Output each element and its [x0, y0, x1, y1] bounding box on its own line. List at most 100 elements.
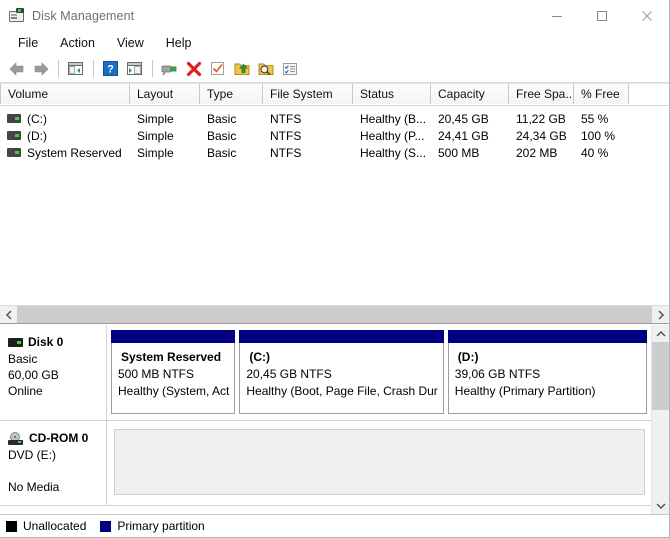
close-icon[interactable] [624, 0, 669, 31]
legend-label: Unallocated [23, 519, 87, 533]
list-view-icon[interactable] [278, 58, 301, 80]
disk-management-window: Disk Management File Action View Help ? … [0, 0, 670, 538]
chevron-left-icon[interactable] [0, 306, 17, 323]
chevron-down-icon[interactable] [652, 497, 669, 514]
vscrollbar-track[interactable] [652, 342, 669, 497]
hard-disk-icon [8, 337, 23, 347]
cell-percent-free: 100 % [581, 128, 616, 143]
cell-status: Healthy (P... [360, 128, 425, 143]
toolbar: ? [0, 55, 669, 83]
cell-free-space: 11,22 GB [516, 111, 566, 126]
window-title: Disk Management [32, 8, 135, 23]
cell-status: Healthy (B... [360, 111, 427, 126]
chevron-right-icon[interactable] [652, 306, 669, 323]
column-header-type[interactable]: Type [200, 84, 263, 104]
back-arrow-icon[interactable] [5, 58, 28, 80]
toolbar-separator-2 [93, 60, 94, 77]
cell-volume-label: (D:) [27, 128, 47, 143]
disk-type: DVD (E:) [8, 448, 56, 462]
volume-list-body: (C:) Simple Basic NTFS Healthy (B... 20,… [0, 106, 669, 305]
partition-name: (C:) [249, 350, 271, 364]
cell-layout: Simple [137, 128, 174, 143]
minimize-icon[interactable] [534, 0, 579, 31]
help-icon[interactable]: ? [99, 58, 122, 80]
disk-row[interactable]: CD-ROM 0 DVD (E:) No Media [0, 421, 651, 506]
partition-size-fs: 39,06 GB NTFS [454, 367, 541, 381]
partition-size-fs: 500 MB NTFS [118, 367, 195, 381]
check-icon[interactable] [206, 58, 229, 80]
table-row[interactable]: System Reserved Simple Basic NTFS Health… [0, 144, 669, 161]
volume-list-horizontal-scrollbar[interactable] [0, 305, 669, 323]
volume-list-header: Volume Layout Type File System Status Ca… [0, 83, 669, 106]
volume-icon [7, 114, 21, 123]
volume-icon [7, 148, 21, 157]
disk-size: 60,00 GB [8, 368, 59, 382]
menu-item-action[interactable]: Action [50, 33, 105, 54]
cell-file-system: NTFS [270, 128, 302, 143]
cell-capacity: 20,45 GB [438, 111, 489, 126]
disk-info-panel[interactable]: Disk 0 Basic 60,00 GB Online [0, 325, 107, 420]
column-header-capacity[interactable]: Capacity [431, 84, 509, 104]
partition-size-fs: 20,45 GB NTFS [246, 367, 332, 381]
chevron-up-icon[interactable] [652, 325, 669, 342]
disk-status: Online [8, 384, 43, 398]
menu-item-help[interactable]: Help [156, 33, 202, 54]
cell-volume-label: System Reserved [27, 145, 122, 160]
disk-partitions: System Reserved 500 MB NTFS Healthy (Sys… [107, 325, 651, 420]
disk-management-icon [9, 8, 25, 23]
partition-name: System Reserved [121, 350, 222, 364]
toolbar-separator-3 [152, 60, 153, 77]
maximize-icon[interactable] [579, 0, 624, 31]
partition-details: (D:) 39,06 GB NTFS Healthy (Primary Part… [447, 343, 647, 414]
disk-info-panel[interactable]: CD-ROM 0 DVD (E:) No Media [0, 421, 107, 505]
disk-type: Basic [8, 352, 38, 366]
column-header-layout[interactable]: Layout [130, 84, 200, 104]
hscrollbar-thumb[interactable] [17, 306, 652, 323]
cell-type: Basic [207, 128, 237, 143]
cell-capacity: 24,41 GB [438, 128, 489, 143]
partition-block[interactable]: System Reserved 500 MB NTFS Healthy (Sys… [111, 330, 236, 414]
cell-percent-free: 55 % [581, 111, 609, 126]
toolbar-separator-1 [58, 60, 59, 77]
show-hide-console-tree-icon[interactable] [64, 58, 87, 80]
window-controls [534, 0, 669, 31]
disk-row[interactable]: Disk 0 Basic 60,00 GB Online System Rese… [0, 325, 651, 421]
cell-volume: (D:) [0, 129, 130, 143]
properties-icon[interactable] [158, 58, 181, 80]
column-header-status[interactable]: Status [353, 84, 431, 104]
column-header-free-space[interactable]: Free Spa... [509, 84, 574, 104]
hscrollbar-track[interactable] [17, 306, 652, 323]
column-header-percent-free[interactable]: % Free [574, 84, 629, 104]
no-media-area[interactable] [114, 429, 645, 495]
graphical-view-vertical-scrollbar[interactable] [651, 325, 669, 514]
vscrollbar-thumb[interactable] [652, 342, 669, 410]
cell-layout: Simple [137, 145, 174, 160]
unallocated-color-swatch [6, 520, 17, 532]
partition-details: (C:) 20,45 GB NTFS Healthy (Boot, Page F… [239, 343, 444, 414]
search-folder-icon[interactable] [254, 58, 277, 80]
open-folder-icon[interactable] [230, 58, 253, 80]
partition-status: Healthy (Primary Partition) [454, 384, 596, 398]
show-hide-action-pane-icon[interactable] [123, 58, 146, 80]
delete-icon[interactable] [182, 58, 205, 80]
partition-block[interactable]: (C:) 20,45 GB NTFS Healthy (Boot, Page F… [239, 330, 444, 414]
cell-volume: System Reserved [0, 146, 130, 160]
title-bar-left: Disk Management [0, 8, 134, 23]
column-header-file-system[interactable]: File System [263, 84, 353, 104]
forward-arrow-icon[interactable] [29, 58, 52, 80]
cell-file-system: NTFS [270, 111, 302, 126]
cell-type: Basic [207, 111, 237, 126]
table-row[interactable]: (C:) Simple Basic NTFS Healthy (B... 20,… [0, 110, 669, 127]
disk-name: CD-ROM 0 [29, 431, 89, 445]
cell-file-system: NTFS [270, 145, 302, 160]
cell-free-space: 202 MB [516, 145, 558, 160]
cell-status: Healthy (S... [360, 145, 427, 160]
menu-item-file[interactable]: File [8, 33, 48, 54]
partition-block[interactable]: (D:) 39,06 GB NTFS Healthy (Primary Part… [447, 330, 647, 414]
column-header-volume[interactable]: Volume [0, 84, 130, 104]
disk-partitions [107, 421, 651, 505]
cell-free-space: 24,34 GB [516, 128, 567, 143]
table-row[interactable]: (D:) Simple Basic NTFS Healthy (P... 24,… [0, 127, 669, 144]
menu-item-view[interactable]: View [107, 33, 154, 54]
partition-color-bar [447, 330, 647, 343]
